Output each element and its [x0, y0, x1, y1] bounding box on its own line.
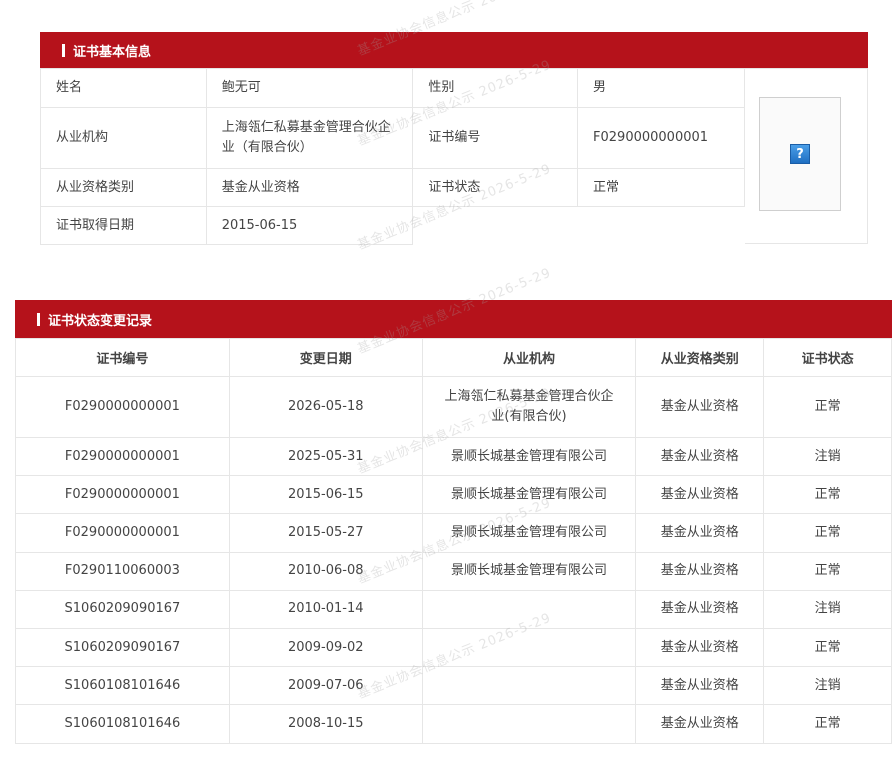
cell-cert-no: F0290000000001	[15, 436, 230, 477]
qual-type-label: 从业资格类别	[40, 168, 207, 207]
cell-date: 2009-07-06	[228, 666, 423, 706]
cell-status: 正常	[763, 704, 892, 744]
empty-cell	[578, 207, 745, 245]
cell-date: 2008-10-15	[228, 704, 423, 744]
cell-cert-no: S1060108101646	[15, 666, 230, 706]
cell-status: 正常	[763, 513, 892, 553]
cell-status: 正常	[763, 551, 892, 591]
cell-date: 2015-05-27	[228, 513, 423, 553]
cell-institution	[421, 704, 637, 744]
cert-no-label: 证书编号	[412, 107, 579, 169]
cell-date: 2015-06-15	[228, 475, 423, 515]
table-row: S1060209090167 2010-01-14 基金从业资格 注销	[15, 589, 892, 629]
name-value: 鲍无可	[205, 68, 414, 108]
header-bar-marker	[37, 312, 40, 326]
table-row: F0290000000001 2026-05-18 上海瓴仁私募基金管理合伙企业…	[15, 376, 892, 438]
col-date: 变更日期	[228, 338, 423, 377]
institution-label: 从业机构	[40, 107, 207, 169]
status-records-title: 证书状态变更记录	[48, 313, 153, 329]
cell-cert-no: S1060108101646	[15, 704, 230, 744]
col-cert-no: 证书编号	[15, 338, 230, 377]
cell-qual-type: 基金从业资格	[635, 436, 765, 477]
cell-status: 注销	[763, 436, 892, 477]
cell-institution: 景顺长城基金管理有限公司	[421, 513, 637, 553]
photo-placeholder: ?	[759, 97, 841, 211]
info-row: 从业资格类别 基金从业资格 证书状态 正常	[40, 168, 745, 207]
cert-status-label: 证书状态	[412, 168, 579, 207]
table-row: S1060108101646 2008-10-15 基金从业资格 正常	[15, 704, 892, 744]
cell-cert-no: S1060209090167	[15, 589, 230, 629]
cell-qual-type: 基金从业资格	[635, 551, 765, 591]
table-row: F0290000000001 2015-05-27 景顺长城基金管理有限公司 基…	[15, 513, 892, 553]
cell-status: 正常	[763, 627, 892, 668]
cell-qual-type: 基金从业资格	[635, 666, 765, 706]
question-mark-icon: ?	[790, 144, 810, 164]
basic-info-title: 证书基本信息	[73, 44, 152, 60]
cell-institution: 景顺长城基金管理有限公司	[421, 551, 637, 591]
col-status: 证书状态	[763, 338, 892, 377]
col-institution: 从业机构	[421, 338, 637, 377]
cell-institution: 景顺长城基金管理有限公司	[421, 436, 637, 477]
qual-type-value: 基金从业资格	[205, 168, 414, 207]
cell-qual-type: 基金从业资格	[635, 627, 765, 668]
cell-qual-type: 基金从业资格	[635, 704, 765, 744]
cert-status-value: 正常	[577, 168, 745, 207]
status-records-header: 证书状态变更记录	[15, 300, 892, 338]
basic-info-section: 证书基本信息 姓名 鲍无可 性别 男 从业机构 上海瓴仁私募基金管理合伙企业（有…	[40, 32, 868, 245]
info-row: 证书取得日期 2015-06-15	[40, 206, 745, 245]
table-row: F0290000000001 2015-06-15 景顺长城基金管理有限公司 基…	[15, 475, 892, 515]
gender-value: 男	[577, 68, 745, 108]
status-records-section: 证书状态变更记录 证书编号 变更日期 从业机构 从业资格类别 证书状态 F029…	[15, 300, 892, 744]
cell-date: 2010-01-14	[228, 589, 423, 629]
cell-qual-type: 基金从业资格	[635, 589, 765, 629]
cell-cert-no: F0290000000001	[15, 475, 230, 515]
institution-value: 上海瓴仁私募基金管理合伙企业（有限合伙）	[205, 107, 414, 169]
cell-cert-no: S1060209090167	[15, 627, 230, 668]
cell-status: 注销	[763, 589, 892, 629]
table-row: F0290000000001 2025-05-31 景顺长城基金管理有限公司 基…	[15, 436, 892, 477]
cell-institution	[421, 589, 637, 629]
cert-date-value: 2015-06-15	[205, 206, 414, 245]
cell-date: 2026-05-18	[228, 376, 423, 438]
name-label: 姓名	[40, 68, 207, 108]
table-row: S1060108101646 2009-07-06 基金从业资格 注销	[15, 666, 892, 706]
gender-label: 性别	[412, 68, 579, 108]
cell-qual-type: 基金从业资格	[635, 475, 765, 515]
table-row: F0290110060003 2010-06-08 景顺长城基金管理有限公司 基…	[15, 551, 892, 591]
cell-institution	[421, 666, 637, 706]
table-row: S1060209090167 2009-09-02 基金从业资格 正常	[15, 627, 892, 668]
cell-institution	[421, 627, 637, 668]
cert-date-label: 证书取得日期	[40, 206, 207, 245]
basic-info-table: 姓名 鲍无可 性别 男 从业机构 上海瓴仁私募基金管理合伙企业（有限合伙） 证书…	[40, 68, 745, 245]
cell-date: 2025-05-31	[228, 436, 423, 477]
cell-status: 正常	[763, 475, 892, 515]
table-header-row: 证书编号 变更日期 从业机构 从业资格类别 证书状态	[15, 338, 892, 377]
info-row: 从业机构 上海瓴仁私募基金管理合伙企业（有限合伙） 证书编号 F02900000…	[40, 107, 745, 169]
cell-status: 正常	[763, 376, 892, 438]
cell-date: 2010-06-08	[228, 551, 423, 591]
info-row: 姓名 鲍无可 性别 男	[40, 68, 745, 108]
basic-info-body: 姓名 鲍无可 性别 男 从业机构 上海瓴仁私募基金管理合伙企业（有限合伙） 证书…	[40, 68, 868, 245]
cell-cert-no: F0290000000001	[15, 513, 230, 553]
basic-info-header: 证书基本信息	[40, 32, 868, 68]
empty-cell	[413, 207, 578, 245]
cell-qual-type: 基金从业资格	[635, 376, 765, 438]
status-records-table: 证书编号 变更日期 从业机构 从业资格类别 证书状态 F029000000000…	[15, 338, 892, 744]
header-bar-marker	[62, 43, 65, 57]
cell-status: 注销	[763, 666, 892, 706]
col-qual-type: 从业资格类别	[635, 338, 765, 377]
cell-qual-type: 基金从业资格	[635, 513, 765, 553]
cert-no-value: F0290000000001	[577, 107, 745, 169]
cell-institution: 上海瓴仁私募基金管理合伙企业(有限合伙)	[421, 376, 637, 438]
cell-cert-no: F0290000000001	[15, 376, 230, 438]
cell-cert-no: F0290110060003	[15, 551, 230, 591]
cell-date: 2009-09-02	[228, 627, 423, 668]
cell-institution: 景顺长城基金管理有限公司	[421, 475, 637, 515]
photo-cell: ?	[745, 68, 868, 244]
